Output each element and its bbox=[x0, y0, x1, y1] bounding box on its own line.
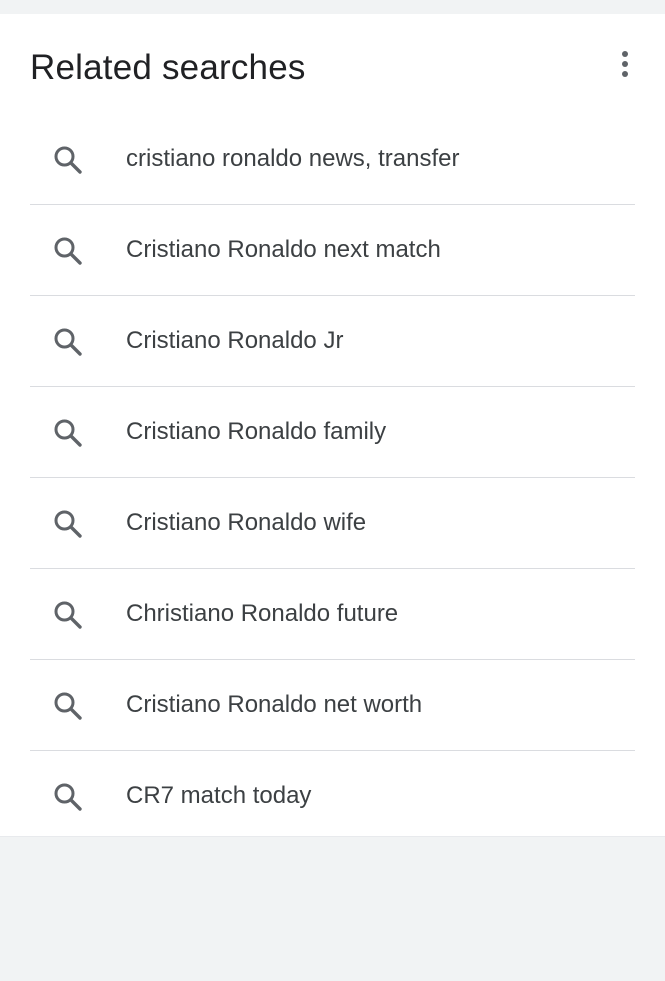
related-search-label: Christiano Ronaldo future bbox=[126, 600, 399, 627]
more-options-button[interactable] bbox=[613, 48, 637, 80]
related-search-item[interactable]: Cristiano Ronaldo wife bbox=[30, 478, 635, 569]
search-icon bbox=[52, 235, 84, 267]
more-vert-icon bbox=[622, 51, 628, 77]
related-search-item[interactable]: cristiano ronaldo news, transfer bbox=[30, 114, 635, 205]
related-searches-list: cristiano ronaldo news, transfer Cristia… bbox=[30, 114, 635, 841]
top-strip bbox=[0, 0, 665, 14]
related-search-item[interactable]: Cristiano Ronaldo Jr bbox=[30, 296, 635, 387]
search-icon bbox=[52, 781, 84, 813]
search-icon bbox=[52, 417, 84, 449]
related-search-label: Cristiano Ronaldo net worth bbox=[126, 691, 423, 718]
search-icon bbox=[52, 690, 84, 722]
search-icon bbox=[52, 599, 84, 631]
related-search-item[interactable]: CR7 match today bbox=[30, 751, 635, 841]
search-icon bbox=[52, 508, 84, 540]
page-background-bottom bbox=[0, 836, 665, 981]
related-search-item[interactable]: Cristiano Ronaldo net worth bbox=[30, 660, 635, 751]
search-icon bbox=[52, 144, 84, 176]
related-search-label: Cristiano Ronaldo family bbox=[126, 418, 387, 445]
related-search-label: Cristiano Ronaldo wife bbox=[126, 509, 367, 536]
card-header: Related searches bbox=[30, 14, 635, 127]
related-search-label: CR7 match today bbox=[126, 782, 312, 809]
card-title: Related searches bbox=[30, 48, 306, 87]
related-search-label: cristiano ronaldo news, transfer bbox=[126, 145, 460, 172]
related-search-item[interactable]: Cristiano Ronaldo next match bbox=[30, 205, 635, 296]
related-searches-card: Related searches cristiano ronaldo news,… bbox=[0, 14, 665, 836]
related-search-label: Cristiano Ronaldo Jr bbox=[126, 327, 344, 354]
search-icon bbox=[52, 326, 84, 358]
related-search-item[interactable]: Christiano Ronaldo future bbox=[30, 569, 635, 660]
related-search-item[interactable]: Cristiano Ronaldo family bbox=[30, 387, 635, 478]
related-search-label: Cristiano Ronaldo next match bbox=[126, 236, 441, 263]
